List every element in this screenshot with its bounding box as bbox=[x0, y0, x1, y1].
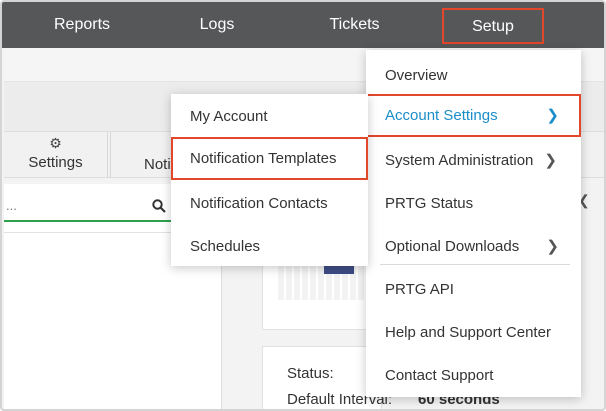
menu-item-overview[interactable]: Overview bbox=[366, 54, 581, 97]
submenu-item-label: Notification Templates bbox=[190, 150, 337, 167]
menu-item-label: Help and Support Center bbox=[385, 324, 551, 341]
submenu-item-schedules[interactable]: Schedules bbox=[171, 225, 368, 268]
menu-item-label: PRTG Status bbox=[385, 195, 474, 212]
menu-divider bbox=[380, 264, 570, 265]
menu-item-optional-downloads[interactable]: Optional Downloads ❯ bbox=[366, 225, 581, 268]
status-label: Status: bbox=[287, 365, 334, 382]
chevron-right-icon: ❯ bbox=[546, 238, 559, 255]
submenu-item-my-account[interactable]: My Account bbox=[171, 95, 368, 138]
search-placeholder: ... bbox=[6, 198, 17, 213]
menu-item-label: Optional Downloads bbox=[385, 238, 520, 255]
menu-item-contact-support[interactable]: Contact Support bbox=[366, 354, 581, 397]
menu-item-help-center[interactable]: Help and Support Center bbox=[366, 311, 581, 354]
menu-item-label: Overview bbox=[385, 67, 448, 84]
nav-tickets[interactable]: Tickets bbox=[307, 2, 402, 48]
submenu-item-label: Notification Contacts bbox=[190, 195, 328, 212]
submenu-item-notification-contacts[interactable]: Notification Contacts bbox=[171, 182, 368, 225]
menu-item-prtg-status[interactable]: PRTG Status bbox=[366, 182, 581, 225]
menu-item-label: PRTG API bbox=[385, 281, 454, 298]
search-input[interactable]: ... bbox=[4, 196, 172, 222]
submenu-item-notification-templates[interactable]: Notification Templates bbox=[171, 137, 368, 180]
menu-item-prtg-api[interactable]: PRTG API bbox=[366, 268, 581, 311]
submenu-item-label: Schedules bbox=[190, 238, 261, 255]
nav-reports[interactable]: Reports bbox=[32, 2, 132, 48]
tab-settings-label: Settings bbox=[28, 154, 83, 171]
submenu-item-label: My Account bbox=[190, 108, 268, 125]
gear-icon: ⚙ bbox=[49, 135, 62, 151]
search-icon[interactable] bbox=[152, 199, 166, 217]
nav-setup[interactable]: Setup bbox=[442, 8, 544, 44]
top-navigation: Reports Logs Tickets Setup bbox=[2, 2, 604, 48]
tab-settings[interactable]: ⚙ Settings bbox=[4, 132, 108, 178]
menu-item-label: Contact Support bbox=[385, 367, 494, 384]
menu-item-label: Account Settings bbox=[385, 107, 498, 124]
account-settings-submenu: My Account Notification Templates Notifi… bbox=[171, 94, 368, 266]
app-window: Reports Logs Tickets Setup ⚙ Settings No… bbox=[0, 0, 606, 411]
setup-menu: Overview Account Settings ❯ System Admini… bbox=[366, 50, 581, 397]
menu-item-label: System Administration bbox=[385, 152, 534, 169]
chevron-right-icon: ❯ bbox=[546, 107, 559, 124]
menu-item-account-settings[interactable]: Account Settings ❯ bbox=[366, 94, 581, 137]
menu-item-system-administration[interactable]: System Administration ❯ bbox=[366, 139, 581, 182]
chevron-right-icon: ❯ bbox=[544, 152, 557, 169]
nav-logs[interactable]: Logs bbox=[172, 2, 262, 48]
map-thumbnail[interactable] bbox=[278, 264, 368, 300]
